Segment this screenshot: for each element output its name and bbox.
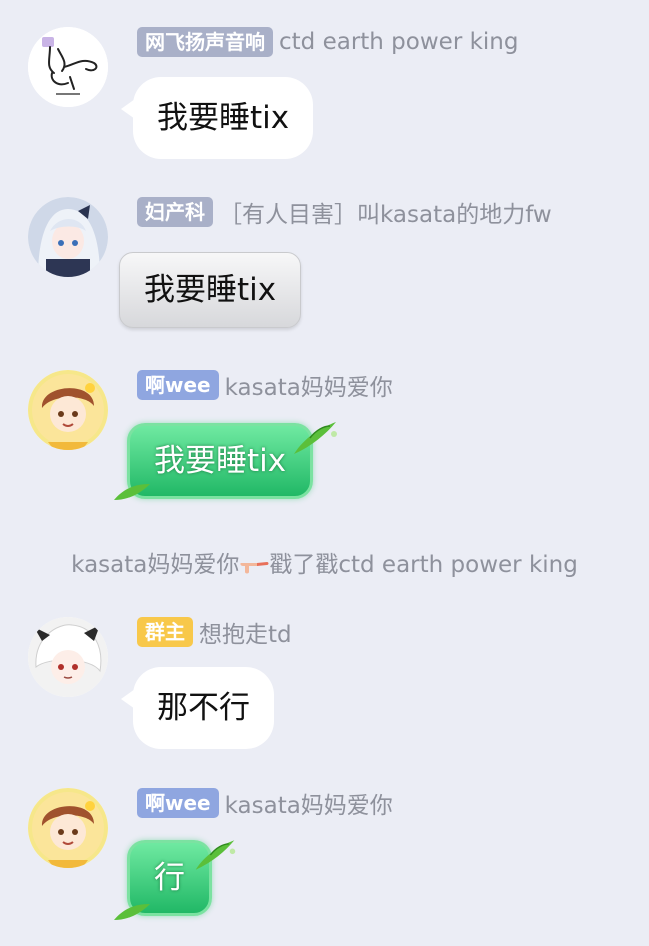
sender-line: 啊wee kasata妈妈爱你 <box>137 786 393 820</box>
leaf-decoration-icon <box>294 422 337 454</box>
sender-name[interactable]: ctd earth power king <box>279 29 518 55</box>
poke-action-text: 戳了戳ctd earth power king <box>269 552 578 578</box>
message-text: 我要睡tix <box>154 443 287 479</box>
member-title-badge: 妇产科 <box>137 197 213 227</box>
member-title-badge: 啊wee <box>137 788 219 818</box>
message-text: 行 <box>154 860 185 896</box>
message-bubble[interactable]: 我要睡tix <box>119 252 302 328</box>
poke-actor[interactable]: kasata妈妈爱你 <box>71 552 239 578</box>
sender-line: 群主 想抱走td <box>137 615 292 649</box>
sender-name[interactable]: 想抱走td <box>199 615 292 649</box>
poke-notice: kasata妈妈爱你 戳了戳ctd earth power king <box>0 545 649 579</box>
member-title-badge: 啊wee <box>137 370 219 400</box>
message-text: 我要睡tix <box>157 100 290 136</box>
member-title-badge: 网飞扬声音响 <box>137 27 273 57</box>
sketch-avatar-icon[interactable] <box>28 27 108 107</box>
anime-boy-avatar-icon[interactable] <box>28 370 108 450</box>
anime-boy-avatar-icon[interactable] <box>28 788 108 868</box>
group-owner-badge: 群主 <box>137 617 193 647</box>
leaf-decoration-icon <box>114 904 150 920</box>
sender-name[interactable]: ［有人目害］叫kasata的地力fw <box>219 195 552 229</box>
sender-line: 啊wee kasata妈妈爱你 <box>137 368 393 402</box>
message-bubble[interactable]: 我要睡tix <box>120 77 314 159</box>
message-bubble[interactable]: 那不行 <box>121 667 274 749</box>
message-bubble[interactable]: 我要睡tix <box>127 423 314 499</box>
message-text: 我要睡tix <box>144 272 277 308</box>
sender-name[interactable]: kasata妈妈爱你 <box>225 368 393 402</box>
chat-window: 网飞扬声音响 ctd earth power king 我要睡tix 妇产科 ［… <box>0 0 649 946</box>
sender-line: 妇产科 ［有人目害］叫kasata的地力fw <box>137 195 552 229</box>
sender-name[interactable]: kasata妈妈爱你 <box>225 786 393 820</box>
anime-girl-avatar-icon[interactable] <box>28 197 108 277</box>
leaf-decoration-icon <box>195 840 236 870</box>
leaf-decoration-icon <box>114 484 150 500</box>
white-hair-avatar-icon[interactable] <box>28 617 108 697</box>
poke-hand-icon <box>240 562 269 574</box>
message-text: 那不行 <box>157 690 250 726</box>
sender-line: 网飞扬声音响 ctd earth power king <box>137 27 518 57</box>
